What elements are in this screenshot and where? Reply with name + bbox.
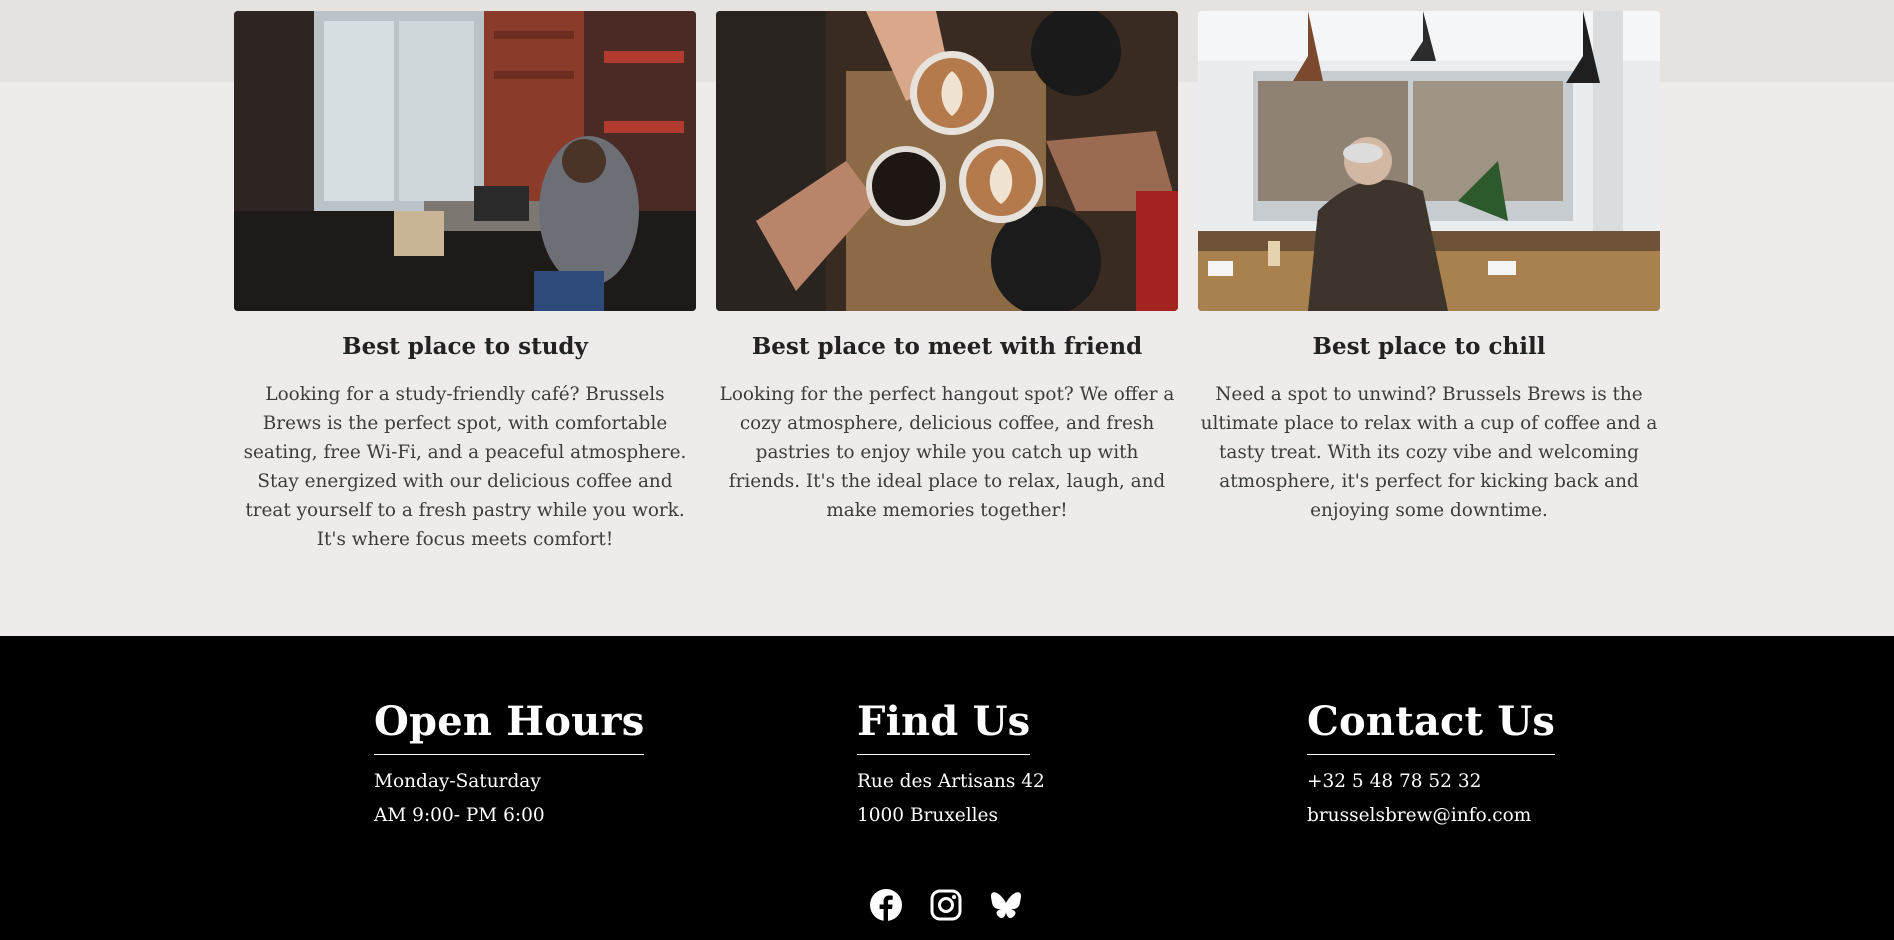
open-times: AM 9:00- PM 6:00	[374, 805, 545, 826]
cafe-chill-image	[1198, 11, 1660, 311]
address-street: Rue des Artisans 42	[857, 771, 1045, 792]
contact-email[interactable]: brusselsbrew@info.com	[1307, 799, 1555, 833]
site-footer: Open Hours Monday-Saturday AM 9:00- PM 6…	[0, 636, 1894, 940]
card-title: Best place to meet with friend	[751, 333, 1143, 360]
feature-card-study: Best place to study Looking for a study-…	[234, 11, 696, 554]
open-days: Monday-Saturday	[374, 771, 541, 792]
address-city: 1000 Bruxelles	[857, 805, 998, 826]
facebook-icon[interactable]	[869, 888, 903, 922]
instagram-icon[interactable]	[929, 888, 963, 922]
card-description: Looking for the perfect hangout spot? We…	[719, 384, 1175, 521]
contact-us-heading: Contact Us	[1307, 696, 1556, 755]
open-hours-heading: Open Hours	[374, 696, 645, 755]
contact-phone[interactable]: +32 5 48 78 52 32	[1307, 765, 1555, 799]
friends-coffee-image	[716, 11, 1178, 311]
bluesky-icon[interactable]	[989, 888, 1023, 922]
card-description: Need a spot to unwind? Brussels Brews is…	[1200, 384, 1658, 521]
card-title: Best place to study	[342, 333, 588, 360]
find-us-heading: Find Us	[857, 696, 1031, 755]
card-description: Looking for a study-friendly café? Bruss…	[243, 384, 687, 550]
feature-card-chill: Best place to chill Need a spot to unwin…	[1198, 11, 1660, 554]
contact-us-column: Contact Us +32 5 48 78 52 32 brusselsbre…	[1307, 696, 1556, 833]
social-links	[869, 888, 1023, 922]
study-cafe-image	[234, 11, 696, 311]
open-hours-column: Open Hours Monday-Saturday AM 9:00- PM 6…	[374, 696, 645, 833]
find-us-column: Find Us Rue des Artisans 42 1000 Bruxell…	[857, 696, 1045, 833]
features-section: Best place to study Looking for a study-…	[234, 11, 1660, 554]
card-title: Best place to chill	[1312, 333, 1546, 360]
feature-card-friends: Best place to meet with friend Looking f…	[716, 11, 1178, 554]
